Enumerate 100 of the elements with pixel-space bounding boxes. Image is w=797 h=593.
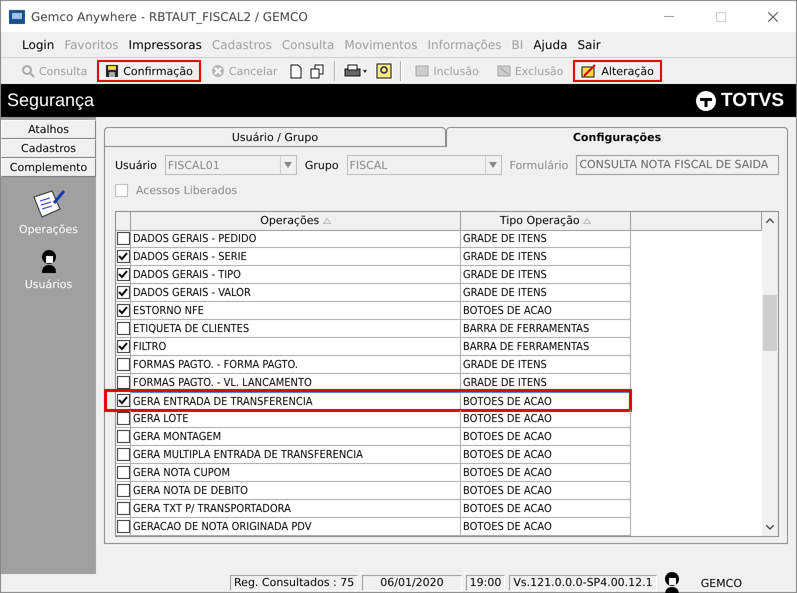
status-version: Vs.121.0.0.0-SP4.00.12.1	[509, 575, 657, 591]
table-cell: GERA MONTAGEM	[131, 428, 461, 446]
table-cell: BOTOES DE ACAO	[461, 428, 631, 446]
table-cell: BOTOES DE ACAO	[461, 464, 631, 482]
printer-icon[interactable]	[344, 64, 368, 78]
checkbox[interactable]	[116, 358, 130, 371]
help-icon[interactable]	[376, 63, 392, 79]
table-cell: GRADE DE ITENS	[461, 356, 631, 374]
cancel-icon	[210, 64, 225, 78]
status-records: Reg. Consultados : 75	[230, 575, 358, 591]
minimize-icon[interactable]	[664, 16, 674, 18]
table-cell: ESTORNO NFE	[131, 302, 461, 320]
field-label: Grupo	[304, 158, 339, 172]
table-cell: FORMAS PAGTO. - FORMA PAGTO.	[131, 356, 461, 374]
document-pen-icon	[32, 189, 66, 219]
scroll-down-icon[interactable]	[766, 525, 774, 530]
user-dropdown[interactable]: FISCAL01	[164, 155, 297, 175]
window-title: Gemco Anywhere - RBTAUT_FISCAL2 / GEMCO	[31, 10, 309, 24]
module-title: Segurança	[7, 90, 94, 111]
sidebar-section-tab[interactable]: Atalhos	[1, 120, 96, 139]
status-time: 19:00	[466, 575, 506, 591]
form-field: CONSULTA NOTA FISCAL DE SAIDA	[576, 155, 779, 175]
table-cell: BOTOES DE ACAO	[461, 500, 631, 518]
sidebar-section-tab[interactable]: Complemento	[1, 158, 96, 177]
checkbox[interactable]	[116, 466, 130, 479]
table-cell: FORMAS PAGTO. - VL. LANCAMENTO	[131, 374, 461, 392]
checkbox[interactable]	[116, 502, 130, 515]
status-company: GEMCO	[700, 576, 743, 590]
menu-item[interactable]: Login	[17, 38, 60, 52]
table-cell: GRADE DE ITENS	[461, 266, 631, 284]
group-dropdown[interactable]: FISCAL	[346, 155, 502, 175]
table-cell: DADOS GERAIS - VALOR	[131, 284, 461, 302]
checkbox-label: Acessos Liberados	[136, 184, 238, 196]
table-cell: ETIQUETA DE CLIENTES	[131, 320, 461, 338]
header-cell	[116, 212, 131, 231]
table-cell: DADOS GERAIS - SERIE	[131, 248, 461, 266]
checkbox[interactable]	[116, 520, 130, 533]
documents-icon[interactable]	[310, 64, 326, 78]
table-cell: GERACAO DE NOTA ORIGINADA PDV	[131, 518, 461, 536]
new-document-icon[interactable]	[290, 64, 302, 78]
magnifier-icon	[21, 64, 35, 78]
checkbox[interactable]	[116, 394, 130, 407]
toolbar-button[interactable]: Alteração	[573, 60, 662, 82]
checkbox[interactable]	[116, 286, 130, 299]
table-cell: DADOS GERAIS - TIPO	[131, 266, 461, 284]
checkbox[interactable]	[116, 448, 130, 461]
table-cell: GRADE DE ITENS	[461, 230, 631, 248]
field-label: Formulário	[510, 158, 568, 172]
checkbox[interactable]	[116, 430, 130, 443]
scroll-up-icon[interactable]	[766, 218, 774, 223]
checkbox[interactable]	[116, 340, 130, 353]
checkbox[interactable]	[116, 412, 130, 425]
checkbox[interactable]	[116, 322, 130, 335]
checkbox[interactable]	[116, 304, 130, 317]
table-cell: BOTOES DE ACAO	[461, 446, 631, 464]
table-cell: GERA LOTE	[131, 410, 461, 428]
brand-logo-icon	[695, 90, 717, 112]
table-cell: GERA TXT P/ TRANSPORTADORA	[131, 500, 461, 518]
brand-name: TOTVS	[721, 90, 784, 112]
table-cell: GRADE DE ITENS	[461, 284, 631, 302]
table-cell: DADOS GERAIS - PEDIDO	[131, 230, 461, 248]
table-cell: GERA NOTA DE DEBITO	[131, 482, 461, 500]
column-header[interactable]: Tipo Operação	[461, 212, 631, 231]
table-cell: GRADE DE ITENS	[461, 248, 631, 266]
table-cell: BARRA DE FERRAMENTAS	[461, 320, 631, 338]
checkbox[interactable]	[116, 484, 130, 497]
grid-icon	[496, 65, 511, 77]
checkbox[interactable]	[116, 250, 130, 263]
tab[interactable]: Configurações	[446, 127, 788, 147]
sidebar-section-tab[interactable]: Cadastros	[1, 139, 96, 158]
sidebar-item[interactable]: Usuários	[1, 248, 96, 291]
table-cell: BOTOES DE ACAO	[461, 482, 631, 500]
caret-icon[interactable]	[284, 162, 292, 168]
table-cell: FILTRO	[131, 338, 461, 356]
table-cell: BOTOES DE ACAO	[461, 518, 631, 536]
close-icon[interactable]	[768, 12, 778, 22]
column-header[interactable]: Operações	[131, 212, 461, 231]
pencil-grid-icon	[581, 64, 598, 78]
grid-icon	[415, 65, 430, 77]
menu-item[interactable]: Impressoras	[124, 38, 207, 52]
table-cell: BOTOES DE ACAO	[461, 302, 631, 320]
status-date: 06/01/2020	[362, 575, 462, 591]
caret-icon[interactable]	[489, 162, 498, 168]
menu-item[interactable]: Ajuda	[528, 38, 572, 52]
table-cell: BARRA DE FERRAMENTAS	[461, 338, 631, 356]
checkbox[interactable]	[116, 232, 130, 245]
scrollbar-thumb[interactable]	[763, 295, 777, 351]
tab[interactable]: Usuário / Grupo	[104, 127, 446, 147]
table-cell: GERA MULTIPLA ENTRADA DE TRANSFERENCIA	[131, 446, 461, 464]
checkbox[interactable]	[116, 376, 130, 389]
menu-item[interactable]: Sair	[572, 38, 606, 52]
checkbox[interactable]	[116, 268, 130, 281]
toolbar-button[interactable]: Confirmação	[97, 60, 201, 82]
field-label: Usuário	[115, 158, 157, 172]
table-cell: GRADE DE ITENS	[461, 374, 631, 392]
sidebar-item[interactable]: Operações	[1, 189, 96, 236]
app-icon	[9, 10, 25, 24]
table-cell: GERA ENTRADA DE TRANSFERENCIA	[131, 392, 461, 410]
table-cell: GERA NOTA CUPOM	[131, 464, 461, 482]
table-cell: BOTOES DE ACAO	[461, 410, 631, 428]
